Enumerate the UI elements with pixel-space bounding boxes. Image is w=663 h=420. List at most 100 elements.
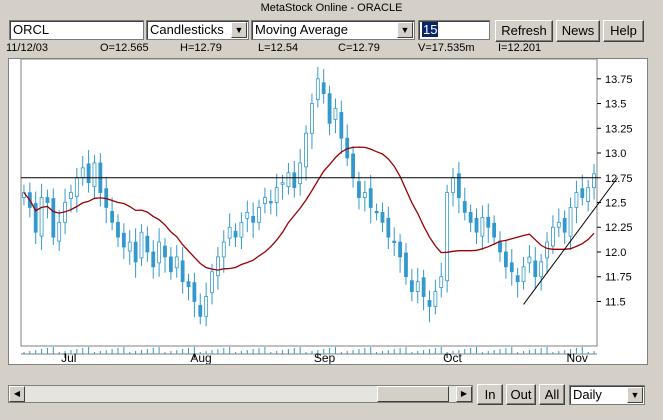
candle-body	[286, 172, 291, 188]
chevron-down-icon[interactable]: ▼	[627, 387, 643, 403]
scroll-left-icon[interactable]: ◀	[9, 386, 25, 402]
period-select[interactable]: Daily ▼	[569, 385, 645, 405]
zoom-in-button[interactable]: In	[477, 384, 503, 405]
indicator-select[interactable]: Moving Average ▼	[251, 20, 415, 40]
chevron-down-icon[interactable]: ▼	[397, 22, 413, 38]
chevron-down-icon[interactable]: ▼	[231, 22, 247, 38]
period-select-value: Daily	[573, 387, 602, 402]
candle-body	[274, 187, 279, 203]
candle-body	[398, 241, 403, 258]
window-title: MetaStock Online - ORACLE	[260, 2, 403, 14]
candle-body	[415, 281, 420, 292]
symbol-input[interactable]: ORCL	[9, 20, 144, 40]
candle-body	[163, 245, 167, 258]
x-tick-label: Oct	[443, 351, 462, 364]
candle-body	[227, 226, 232, 239]
y-tick-label: 11.5	[605, 296, 626, 308]
scroll-thumb[interactable]	[377, 386, 449, 402]
horizontal-scrollbar[interactable]: ◀ ▶	[8, 385, 473, 403]
candle-body	[310, 103, 314, 134]
candle-body	[51, 198, 56, 238]
candle-body	[127, 241, 132, 252]
candle-body	[151, 251, 156, 268]
candle-body	[586, 187, 591, 202]
y-tick-label: 12.25	[605, 222, 633, 234]
x-tick-label: Nov	[567, 351, 588, 364]
candle-body	[315, 78, 320, 100]
candle-body	[74, 177, 79, 197]
candle-body	[468, 211, 473, 223]
chart-area[interactable]: 13.75 13.5 13.25 13.0 12.75 12.5 12.25 12.0 11.7…	[8, 58, 648, 365]
candle-body	[133, 241, 138, 263]
info-volume: V=17.535m	[418, 42, 475, 54]
candle-body	[39, 197, 44, 237]
candle-body	[474, 217, 479, 233]
candle-body	[263, 197, 267, 204]
candle-body	[386, 217, 391, 238]
candle-body	[503, 251, 508, 268]
candle-body	[362, 192, 367, 198]
chart-type-select[interactable]: Candlesticks ▼	[146, 20, 249, 40]
candle-body	[280, 182, 285, 185]
candle-body	[186, 281, 191, 288]
candle-body	[409, 280, 414, 292]
candle-body	[174, 256, 179, 269]
candle-body	[439, 276, 444, 289]
candle-body	[116, 221, 120, 238]
zoom-out-button[interactable]: Out	[506, 384, 536, 405]
refresh-button[interactable]: Refresh	[495, 20, 553, 42]
candle-body	[492, 222, 497, 238]
info-high: H=12.79	[180, 42, 222, 54]
candle-body	[521, 266, 526, 283]
candle-body	[427, 300, 432, 307]
candle-body	[433, 291, 438, 307]
candle-body	[298, 162, 303, 185]
candle-body	[556, 221, 561, 228]
candle-body	[498, 240, 502, 253]
candle-body	[168, 256, 173, 273]
candle-body	[110, 211, 115, 223]
y-tick-label: 12.75	[605, 173, 633, 185]
x-tick-label: Aug	[190, 351, 211, 364]
candle-body	[69, 192, 73, 199]
candle-body	[245, 211, 250, 219]
moving-average-line	[23, 146, 595, 271]
candle-body	[215, 256, 220, 277]
candle-body	[251, 215, 256, 223]
candle-body	[539, 261, 544, 278]
price-chart[interactable]: 13.75 13.5 13.25 13.0 12.75 12.5 12.25 12.0 11.7…	[9, 59, 647, 364]
candle-body	[580, 188, 585, 198]
news-button[interactable]: News	[556, 20, 600, 42]
candle-body	[80, 167, 85, 179]
scroll-right-icon[interactable]: ▶	[456, 386, 472, 402]
candle-body	[239, 221, 244, 238]
info-close: C=12.79	[338, 42, 380, 54]
candle-body	[57, 221, 62, 242]
candle-body	[568, 207, 573, 237]
y-tick-label: 12.5	[605, 198, 626, 210]
candle-body	[357, 181, 361, 198]
candle-body	[257, 207, 261, 223]
candle-body	[527, 256, 532, 264]
candle-body	[268, 201, 273, 204]
candle-body	[86, 163, 91, 184]
candle-body	[304, 132, 308, 168]
candle-body	[292, 172, 297, 189]
candle-body	[145, 235, 150, 253]
candle-body	[480, 216, 485, 237]
y-tick-label: 13.0	[605, 148, 626, 160]
candle-body	[45, 197, 50, 203]
candle-body	[351, 153, 355, 179]
help-button[interactable]: Help	[603, 20, 644, 42]
candle-body	[451, 177, 455, 194]
candle-body	[180, 260, 185, 283]
candle-body	[562, 217, 567, 233]
candle-body	[404, 252, 408, 278]
show-all-button[interactable]: All	[539, 384, 565, 405]
period-input[interactable]: 15	[418, 20, 490, 40]
candle-body	[421, 277, 426, 297]
candle-body	[221, 241, 226, 258]
candle-body	[92, 162, 97, 188]
info-low: L=12.54	[258, 42, 299, 54]
candle-body	[198, 305, 203, 317]
